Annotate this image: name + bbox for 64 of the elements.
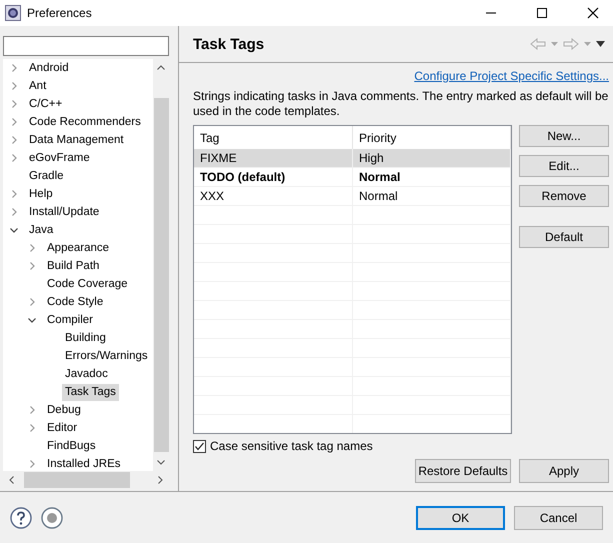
tree-item[interactable]: Help bbox=[26, 186, 56, 202]
tree-item[interactable]: Building bbox=[62, 330, 109, 346]
table-row[interactable]: XXX Normal bbox=[194, 187, 511, 206]
tree-item[interactable]: Code Coverage bbox=[44, 276, 131, 292]
side-button[interactable]: Edit... bbox=[519, 155, 609, 177]
dropdown-icon[interactable] bbox=[551, 42, 558, 46]
side-button[interactable]: New... bbox=[519, 125, 609, 147]
chevron-icon[interactable] bbox=[10, 226, 18, 234]
scroll-up-icon[interactable] bbox=[157, 65, 165, 70]
menu-icon[interactable] bbox=[596, 41, 605, 47]
filter-field[interactable] bbox=[3, 36, 169, 56]
table-cell: Normal bbox=[353, 168, 511, 186]
tree-item[interactable]: Code Recommenders bbox=[26, 114, 144, 130]
table-cell: TODO (default) bbox=[194, 168, 353, 186]
checkbox[interactable] bbox=[193, 440, 206, 452]
tree-item[interactable]: C/C++ bbox=[26, 96, 66, 112]
maximize-icon[interactable] bbox=[536, 7, 548, 19]
tree-item[interactable]: Debug bbox=[44, 402, 84, 418]
record-icon[interactable] bbox=[41, 506, 63, 528]
scroll-right-icon[interactable] bbox=[158, 476, 163, 484]
checkbox-label: Case sensitive task tag names bbox=[210, 439, 373, 453]
forward-arrow-icon[interactable] bbox=[563, 38, 579, 50]
tree-item[interactable]: Errors/Warnings bbox=[62, 348, 151, 364]
table-row[interactable]: FIXME High bbox=[194, 149, 511, 168]
dialog-button[interactable]: Cancel bbox=[514, 506, 603, 530]
app-icon bbox=[5, 5, 21, 21]
tree-item[interactable]: Installed JREs bbox=[44, 456, 124, 471]
dialog-button[interactable]: OK bbox=[416, 506, 505, 530]
page-title: Task Tags bbox=[193, 36, 266, 52]
tree-item[interactable]: Editor bbox=[44, 420, 80, 436]
help-icon[interactable] bbox=[10, 506, 32, 528]
table-cell: Normal bbox=[353, 187, 511, 205]
tree-item[interactable]: Ant bbox=[26, 78, 50, 94]
tree-item[interactable]: FindBugs bbox=[44, 438, 99, 454]
tree-item[interactable]: Android bbox=[26, 60, 72, 76]
tree-item[interactable]: Code Style bbox=[44, 294, 106, 310]
tree-item[interactable]: Task Tags bbox=[62, 384, 119, 400]
tree-item[interactable]: Build Path bbox=[44, 258, 102, 274]
table-cell: XXX bbox=[194, 187, 353, 205]
tree-item[interactable]: Appearance bbox=[44, 240, 112, 256]
page-button[interactable]: Restore Defaults bbox=[415, 459, 511, 483]
dropdown-icon[interactable] bbox=[584, 42, 591, 46]
tree-item[interactable]: Gradle bbox=[26, 168, 67, 184]
description-text: Strings indicating tasks in Java comments. The entry marked as default will be used in the code templates. bbox=[193, 89, 609, 119]
tree-item[interactable]: Java bbox=[26, 222, 56, 238]
tree-item[interactable]: eGovFrame bbox=[26, 150, 93, 166]
back-arrow-icon[interactable] bbox=[530, 38, 546, 50]
window-title: Preferences bbox=[27, 6, 92, 20]
side-button[interactable]: Default bbox=[519, 226, 609, 248]
scroll-down-icon[interactable] bbox=[157, 460, 165, 465]
tree-item[interactable]: Javadoc bbox=[62, 366, 111, 382]
tree-item[interactable]: Data Management bbox=[26, 132, 127, 148]
table-cell: High bbox=[353, 149, 511, 167]
close-icon[interactable] bbox=[587, 7, 599, 19]
scroll-left-icon[interactable] bbox=[9, 476, 14, 484]
page-button[interactable]: Apply bbox=[519, 459, 609, 483]
table-row[interactable]: TODO (default) Normal bbox=[194, 168, 511, 187]
chevron-icon[interactable] bbox=[28, 316, 36, 324]
configure-link[interactable]: Configure Project Specific Settings... bbox=[414, 69, 609, 83]
tree-item[interactable]: Install/Update bbox=[26, 204, 102, 220]
table-cell: FIXME bbox=[194, 149, 353, 167]
side-button[interactable]: Remove bbox=[519, 185, 609, 207]
tree-item[interactable]: Compiler bbox=[44, 312, 96, 328]
vertical-scrollbar[interactable] bbox=[153, 59, 169, 471]
